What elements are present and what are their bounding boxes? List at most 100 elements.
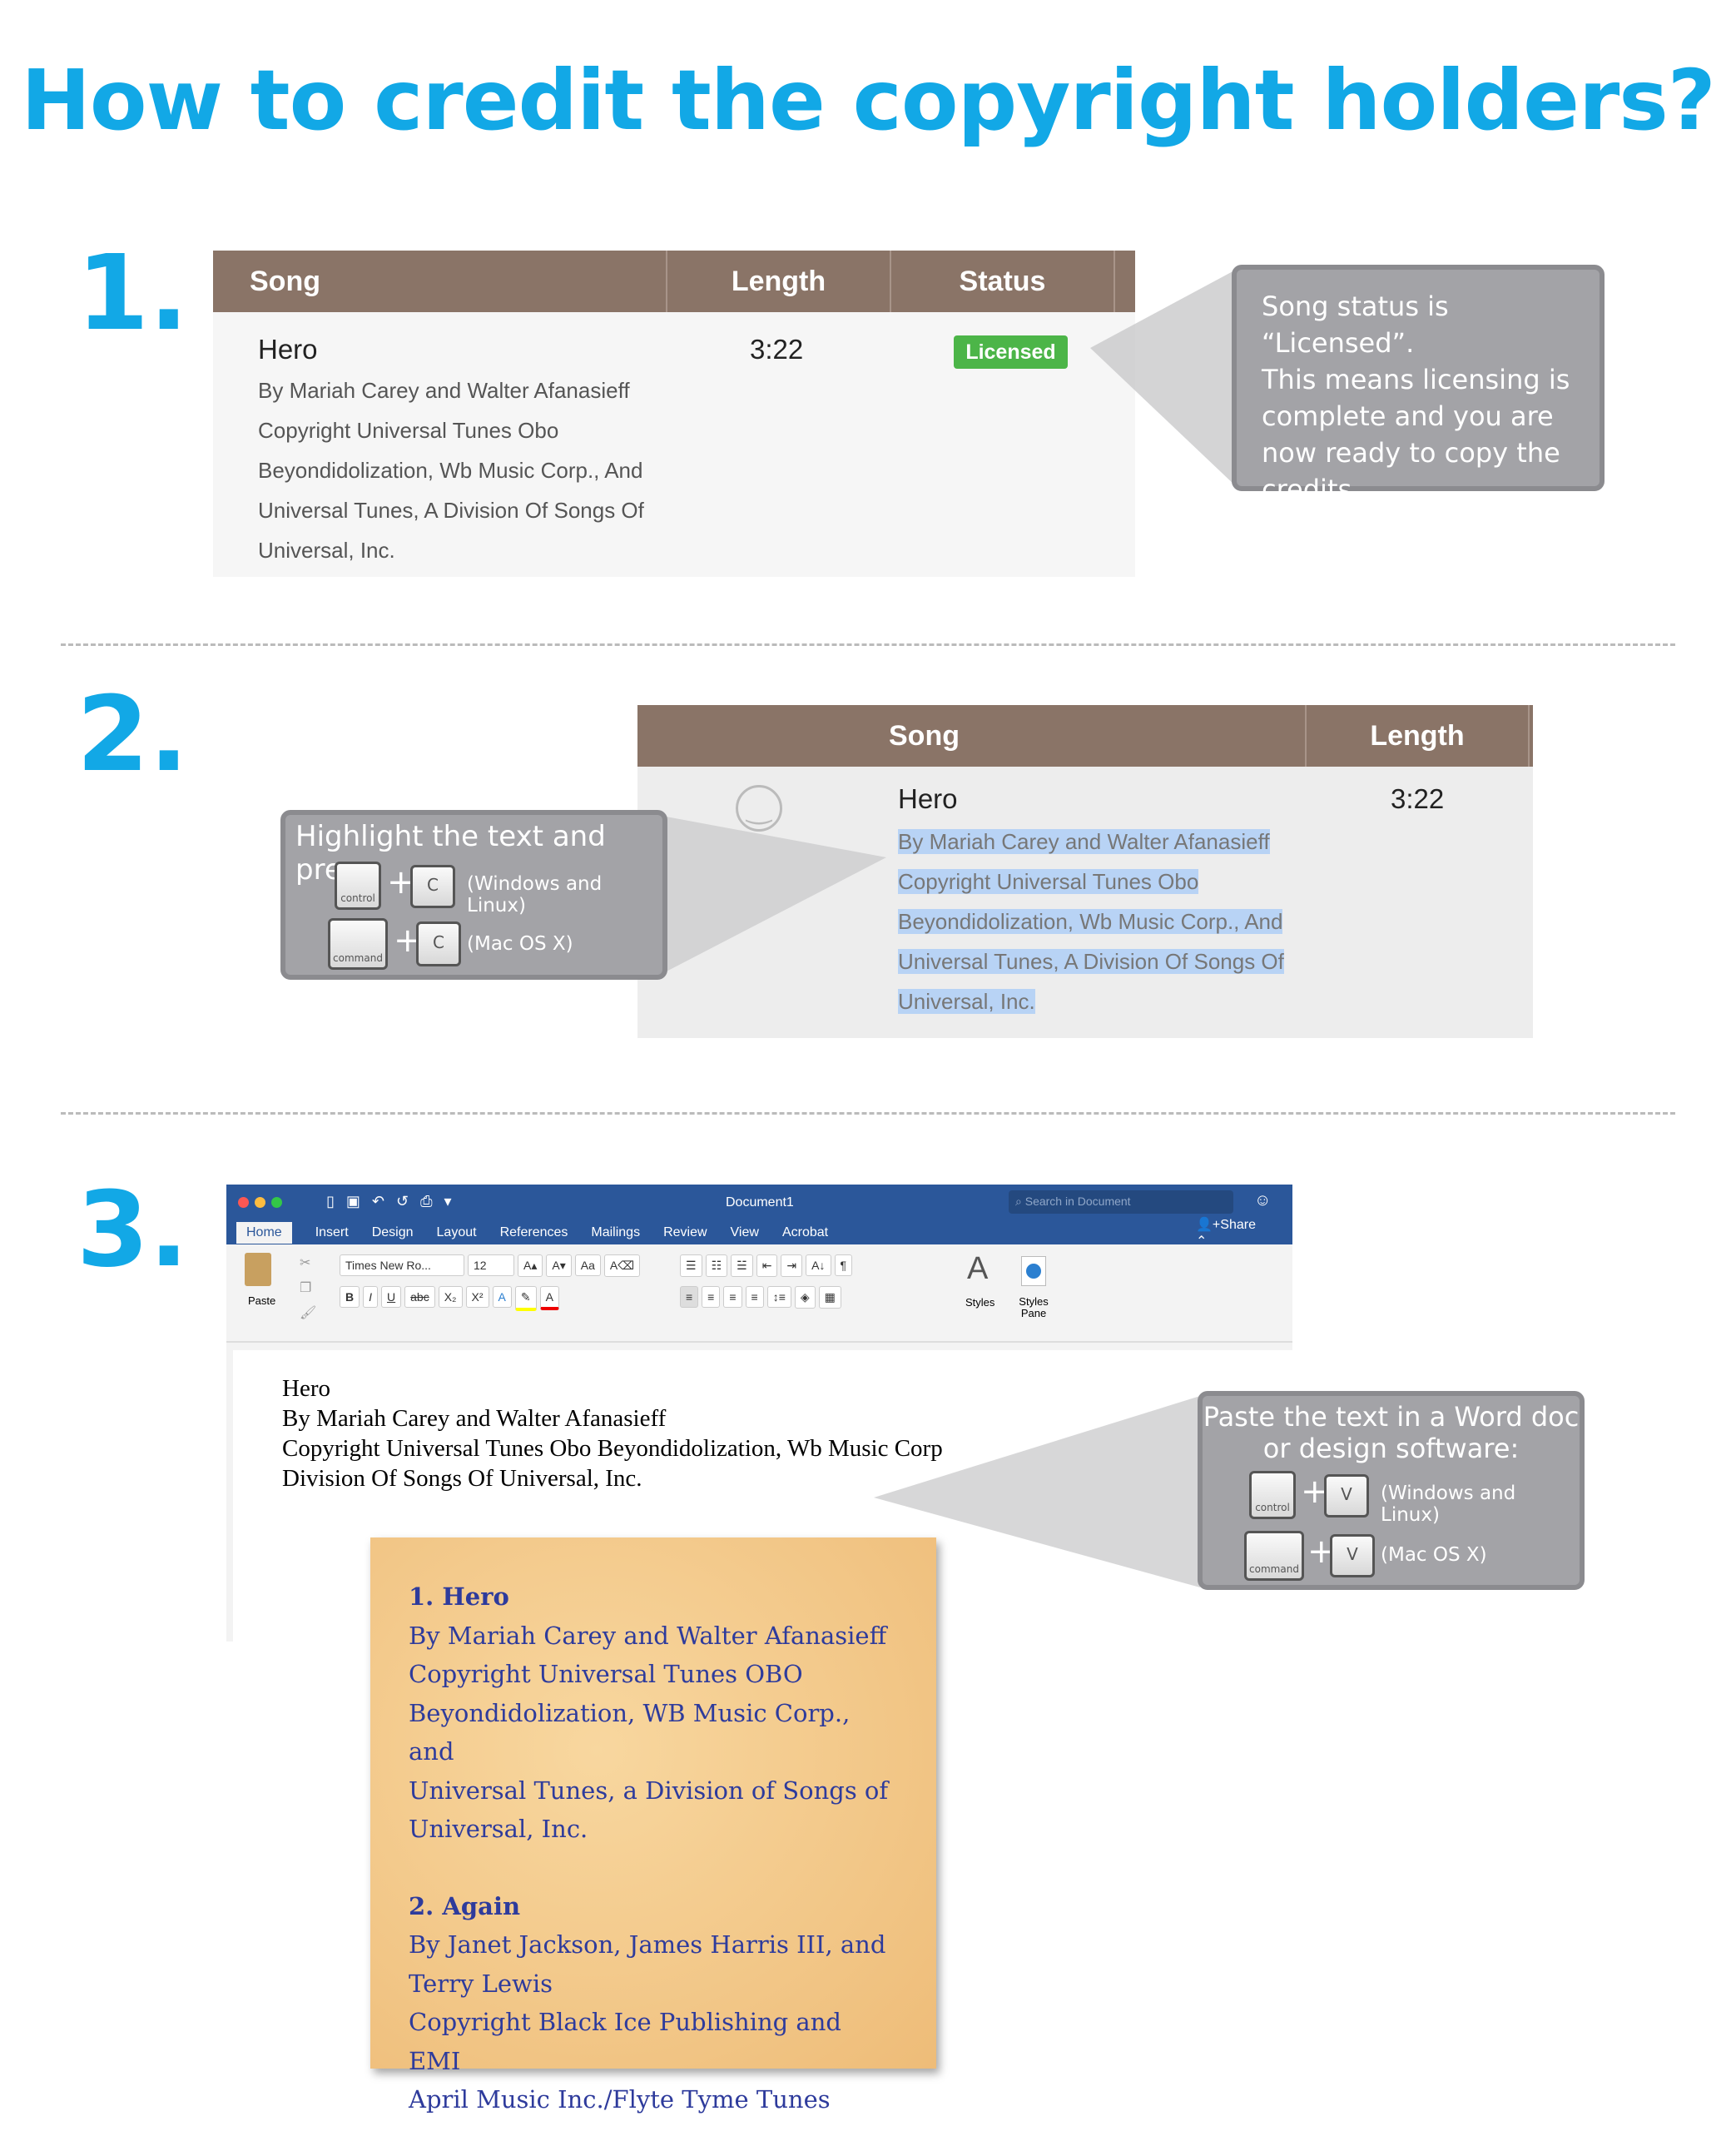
smiley-feedback-icon[interactable]: ☺ bbox=[1254, 1191, 1271, 1210]
close-button[interactable] bbox=[238, 1197, 249, 1208]
step-3-number: 3. bbox=[77, 1170, 189, 1290]
clear-format-icon[interactable]: A⌫ bbox=[603, 1254, 641, 1277]
tab-home[interactable]: Home bbox=[236, 1222, 292, 1244]
mac-label: (Mac OS X) bbox=[1381, 1544, 1487, 1566]
clipboard-icons[interactable]: ✂ ❐ 🖌 bbox=[300, 1251, 316, 1326]
tab-insert[interactable]: Insert bbox=[315, 1225, 349, 1240]
underline-button[interactable]: U bbox=[381, 1286, 402, 1308]
styles-icon[interactable]: A bbox=[967, 1251, 988, 1287]
tab-review[interactable]: Review bbox=[663, 1225, 707, 1240]
bullets-button[interactable]: ☰ bbox=[680, 1254, 702, 1277]
shrink-font-button[interactable]: A▾ bbox=[546, 1254, 572, 1277]
highlight-button[interactable]: ✎ bbox=[514, 1286, 537, 1311]
numbering-button[interactable]: ☷ bbox=[705, 1254, 728, 1277]
shading-button[interactable]: ◈ bbox=[794, 1286, 816, 1309]
header-song: Song bbox=[637, 705, 1307, 767]
tab-design[interactable]: Design bbox=[372, 1225, 414, 1240]
song-length: 3:22 bbox=[1391, 783, 1445, 814]
header-length: Length bbox=[667, 251, 891, 312]
share-label: Share bbox=[1220, 1218, 1256, 1232]
callout-pointer bbox=[1090, 270, 1236, 486]
search-input[interactable]: ⌕ Search in Document bbox=[1009, 1190, 1233, 1214]
styles-pane-icon[interactable] bbox=[1021, 1256, 1046, 1286]
page-title: How to credit the copyright holders? bbox=[21, 52, 1716, 149]
c-key: C bbox=[410, 865, 455, 908]
pilcrow-button[interactable]: ¶ bbox=[834, 1254, 853, 1276]
note-line: Universal, Inc. bbox=[409, 1815, 588, 1843]
status-badge: Licensed bbox=[954, 335, 1068, 369]
callout-title: Paste the text in a Word doc or design s… bbox=[1203, 1401, 1580, 1464]
song-title: Hero bbox=[258, 334, 318, 365]
document-title: Document1 bbox=[726, 1195, 794, 1210]
credit-line: Universal Tunes, A Division Of Songs Of bbox=[898, 949, 1284, 974]
zoom-button[interactable] bbox=[271, 1197, 282, 1208]
song-title: Hero bbox=[898, 783, 958, 814]
increase-indent-button[interactable]: ⇥ bbox=[781, 1254, 803, 1277]
doc-line: Copyright Universal Tunes Obo Beyondidol… bbox=[282, 1435, 943, 1462]
credit-line: By Mariah Carey and Walter Afanasieff bbox=[898, 829, 1270, 854]
callout-line: This means licensing is bbox=[1262, 364, 1570, 395]
italic-button[interactable]: I bbox=[363, 1286, 379, 1308]
divider bbox=[61, 1112, 1675, 1115]
text-effects-button[interactable]: A bbox=[492, 1286, 512, 1308]
minimize-button[interactable] bbox=[255, 1197, 265, 1208]
tab-layout[interactable]: Layout bbox=[437, 1225, 477, 1240]
subscript-button[interactable]: X₂ bbox=[438, 1286, 463, 1308]
highlighted-credits[interactable]: By Mariah Carey and Walter Afanasieff Co… bbox=[898, 822, 1284, 1021]
doc-line: By Mariah Carey and Walter Afanasieff bbox=[282, 1405, 667, 1432]
c-key: C bbox=[416, 921, 461, 966]
callout-line: complete and you are bbox=[1262, 400, 1554, 432]
paste-label: Paste bbox=[248, 1294, 276, 1307]
align-left-button[interactable]: ≡ bbox=[680, 1286, 699, 1308]
credit-line: Universal, Inc. bbox=[898, 989, 1035, 1014]
header-length: Length bbox=[1307, 705, 1530, 767]
strikethrough-button[interactable]: abc bbox=[404, 1286, 435, 1308]
justify-button[interactable]: ≡ bbox=[745, 1286, 764, 1308]
callout-licensed: Song status is “Licensed”. This means li… bbox=[1232, 265, 1605, 505]
table-header: Song Length bbox=[637, 705, 1533, 767]
song-table-1: Song Length Status Hero By Mariah Carey … bbox=[213, 251, 1135, 577]
note-entry-title: 1. Hero bbox=[409, 1582, 509, 1611]
step-2-number: 2. bbox=[77, 674, 189, 795]
control-key: control bbox=[1249, 1471, 1296, 1519]
paste-icon[interactable] bbox=[245, 1253, 271, 1286]
tab-acrobat[interactable]: Acrobat bbox=[782, 1225, 828, 1240]
font-size-select[interactable]: 12 bbox=[468, 1254, 514, 1276]
callout-line: Paste the text in a Word doc bbox=[1203, 1401, 1580, 1433]
note-line: By Janet Jackson, James Harris III, and bbox=[409, 1930, 886, 1959]
font-name-select[interactable]: Times New Ro... bbox=[340, 1254, 464, 1276]
align-right-button[interactable]: ≡ bbox=[723, 1286, 742, 1308]
doc-line: Division Of Songs Of Universal, Inc. bbox=[282, 1465, 642, 1492]
superscript-button[interactable]: X² bbox=[465, 1286, 489, 1308]
note-line: April Music Inc./Flyte Tyme Tunes bbox=[409, 2085, 831, 2114]
sort-button[interactable]: A↓ bbox=[806, 1254, 831, 1276]
note-line: Universal Tunes, a Division of Songs of bbox=[409, 1776, 889, 1805]
quick-access-icons[interactable]: ▯▣↶↺⎙▾ bbox=[326, 1193, 464, 1210]
command-key: command bbox=[328, 918, 388, 970]
multilevel-button[interactable]: ☱ bbox=[731, 1254, 753, 1277]
change-case-button[interactable]: Aa bbox=[574, 1254, 601, 1276]
font-color-button[interactable]: A bbox=[539, 1286, 559, 1310]
tab-mailings[interactable]: Mailings bbox=[591, 1225, 640, 1240]
bold-button[interactable]: B bbox=[340, 1286, 360, 1308]
windows-label: (Windows and Linux) bbox=[1381, 1483, 1516, 1526]
tab-view[interactable]: View bbox=[731, 1225, 759, 1240]
divider bbox=[61, 643, 1675, 646]
align-center-button[interactable]: ≡ bbox=[702, 1286, 721, 1308]
decrease-indent-button[interactable]: ⇤ bbox=[756, 1254, 778, 1277]
borders-button[interactable]: ▦ bbox=[818, 1286, 841, 1309]
credit-line: Beyondidolization, Wb Music Corp., And bbox=[258, 458, 643, 483]
tab-references[interactable]: References bbox=[500, 1225, 568, 1240]
credit-line: Copyright Universal Tunes Obo bbox=[898, 869, 1199, 894]
line-spacing-button[interactable]: ↕≡ bbox=[766, 1286, 791, 1308]
mac-label: (Mac OS X) bbox=[467, 933, 573, 955]
callout-line: credits. bbox=[1262, 474, 1361, 505]
v-key: V bbox=[1330, 1534, 1375, 1577]
styles-label: Styles bbox=[965, 1296, 995, 1309]
grow-font-button[interactable]: A▴ bbox=[518, 1254, 543, 1277]
document-text[interactable]: Hero By Mariah Carey and Walter Afanasie… bbox=[282, 1373, 943, 1493]
table-row[interactable]: Hero By Mariah Carey and Walter Afanasie… bbox=[213, 312, 1135, 577]
callout-line: now ready to copy the bbox=[1262, 437, 1560, 469]
credit-line: Universal, Inc. bbox=[258, 538, 395, 563]
alignment-controls: ≡ ≡ ≡ ≡ ↕≡ ◈ ▦ bbox=[680, 1286, 845, 1309]
